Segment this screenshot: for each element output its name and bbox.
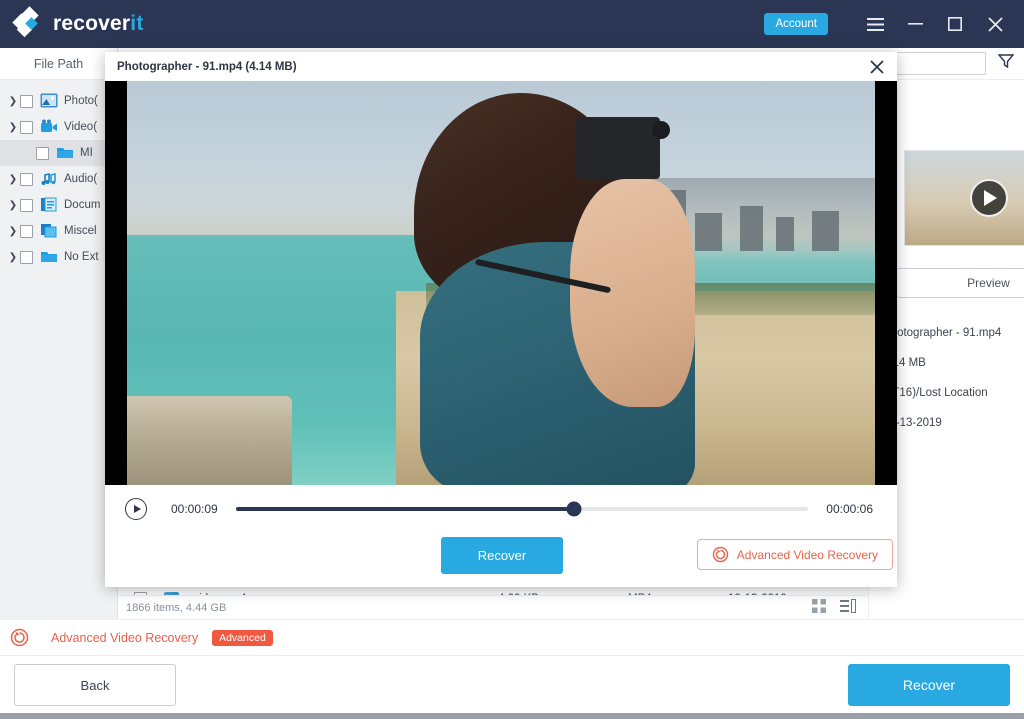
recover-button-footer[interactable]: Recover — [848, 664, 1010, 706]
photo-icon — [40, 93, 58, 109]
sidebar-item-label: Miscel — [64, 225, 97, 237]
sidebar-item-label: MI — [80, 147, 93, 159]
advanced-recovery-label: Advanced Video Recovery — [51, 630, 199, 645]
video-icon — [40, 119, 58, 135]
play-icon[interactable] — [969, 179, 1008, 217]
brand-primary: recover — [53, 12, 131, 35]
video-controls: 00:00:09 00:00:06 — [105, 485, 897, 533]
play-icon[interactable] — [125, 498, 147, 520]
progress-slider[interactable] — [235, 501, 809, 517]
subject-arm — [569, 179, 696, 407]
checkbox-documents[interactable] — [20, 198, 33, 212]
checkbox-no-extension[interactable] — [20, 250, 33, 264]
checkbox-miscellaneous[interactable] — [20, 224, 33, 238]
sidebar-item-label: Audio( — [64, 173, 98, 185]
modal-title: Photographer - 91.mp4 (4.14 MB) — [117, 60, 297, 73]
sidebar-item-no-extension[interactable]: ❯ No Ext — [0, 244, 117, 270]
meta-location: (LT16)/Lost Location — [883, 387, 988, 399]
sidebar-item-video[interactable]: ❯ Video( — [0, 114, 117, 140]
modal-actions: Recover Advanced Video Recovery — [105, 533, 897, 587]
sidebar-item-label: Photo( — [64, 95, 98, 107]
minimize-icon[interactable] — [900, 9, 930, 39]
brand-accent: it — [130, 12, 144, 35]
audio-icon — [40, 171, 58, 187]
sidebar-item-mi[interactable]: MI — [0, 140, 117, 166]
recoverit-logo-icon — [12, 6, 44, 39]
close-icon[interactable] — [980, 9, 1010, 39]
sidebar: File Path ❯ Photo( ❯ Video(MI ❯ Audio(… — [0, 48, 118, 619]
folder-icon — [40, 249, 58, 265]
menu-icon[interactable] — [860, 9, 890, 39]
checkbox-video[interactable] — [20, 120, 33, 134]
sidebar-item-label: Docum — [64, 199, 101, 211]
meta-date: 12-13-2019 — [883, 417, 942, 429]
camera — [575, 116, 670, 180]
remaining-time: 00:00:06 — [826, 502, 873, 516]
window-bottom-edge — [0, 713, 1024, 719]
misc-icon — [40, 223, 58, 239]
meta-filename: Photographer - 91.mp4 — [883, 327, 1002, 339]
checkbox-photo[interactable] — [20, 94, 33, 108]
sidebar-item-documents[interactable]: ❯ Docum — [0, 192, 117, 218]
video-stage[interactable] — [105, 81, 897, 485]
advanced-recovery-strip[interactable]: Advanced Video Recovery Advanced — [0, 619, 1024, 655]
advanced-recovery-icon — [712, 546, 729, 563]
grid-view-icon[interactable] — [812, 599, 826, 616]
sidebar-item-miscellaneous[interactable]: ❯ Miscel — [0, 218, 117, 244]
advanced-recovery-icon — [10, 628, 29, 647]
sidebar-item-label: Video( — [64, 121, 98, 133]
sidebar-item-label: No Ext — [64, 251, 99, 263]
progress-knob[interactable] — [566, 501, 582, 517]
sidebar-item-photo[interactable]: ❯ Photo( — [0, 88, 117, 114]
video-preview-modal: Photographer - 91.mp4 (4.14 MB) 00:00:09… — [105, 52, 897, 587]
brand-text: recoverit — [53, 12, 144, 36]
progress-fill — [235, 507, 574, 511]
chevron-down-icon[interactable]: ❯ — [6, 122, 20, 133]
footer-bar: Back Recover — [0, 655, 1024, 713]
recover-button[interactable]: Recover — [441, 537, 563, 574]
file-path-tree: ❯ Photo( ❯ Video( MI ❯ Audio(❯ Docum ❯ … — [0, 80, 117, 270]
advanced-badge: Advanced — [212, 629, 273, 646]
sidebar-header: File Path — [0, 48, 117, 80]
window-controls: Account — [764, 9, 1024, 39]
chevron-right-icon[interactable]: ❯ — [6, 96, 20, 107]
stone-ledge — [127, 396, 292, 485]
title-bar: recoverit Account — [0, 0, 1024, 48]
chevron-right-icon[interactable]: ❯ — [6, 174, 20, 185]
item-count-status: 1866 items, 4.44 GB — [126, 601, 227, 614]
maximize-icon[interactable] — [940, 9, 970, 39]
account-button[interactable]: Account — [764, 13, 828, 35]
chevron-right-icon[interactable]: ❯ — [6, 252, 20, 263]
video-thumbnail[interactable] — [903, 150, 1024, 246]
back-button[interactable]: Back — [14, 664, 176, 706]
view-toggles — [798, 599, 868, 616]
document-icon — [40, 197, 58, 213]
video-frame — [127, 81, 875, 485]
list-view-icon[interactable] — [840, 599, 856, 616]
sidebar-item-audio[interactable]: ❯ Audio( — [0, 166, 117, 192]
advanced-video-recovery-button[interactable]: Advanced Video Recovery — [696, 539, 893, 570]
meta-filesize: 4.14 MB — [883, 357, 926, 369]
chevron-right-icon[interactable]: ❯ — [6, 200, 20, 211]
recoverit-window: recoverit Account File Path ❯ Photo(❯ V… — [0, 0, 1024, 719]
app-logo: recoverit — [12, 6, 144, 39]
status-bar: 1866 items, 4.44 GB — [118, 595, 868, 619]
close-icon[interactable] — [865, 55, 889, 79]
chevron-right-icon[interactable]: ❯ — [6, 226, 20, 237]
folder-icon — [56, 145, 74, 161]
preview-button[interactable]: Preview — [895, 268, 1024, 298]
filter-icon[interactable] — [997, 54, 1015, 73]
modal-header: Photographer - 91.mp4 (4.14 MB) — [105, 52, 897, 81]
file-metadata: Photographer - 91.mp4 4.14 MB (LT16)/Los… — [883, 318, 1024, 438]
advanced-video-recovery-label: Advanced Video Recovery — [736, 547, 878, 562]
elapsed-time: 00:00:09 — [171, 502, 218, 516]
checkbox-mi[interactable] — [36, 146, 49, 160]
checkbox-audio[interactable] — [20, 172, 33, 186]
photographer-subject — [396, 93, 696, 485]
